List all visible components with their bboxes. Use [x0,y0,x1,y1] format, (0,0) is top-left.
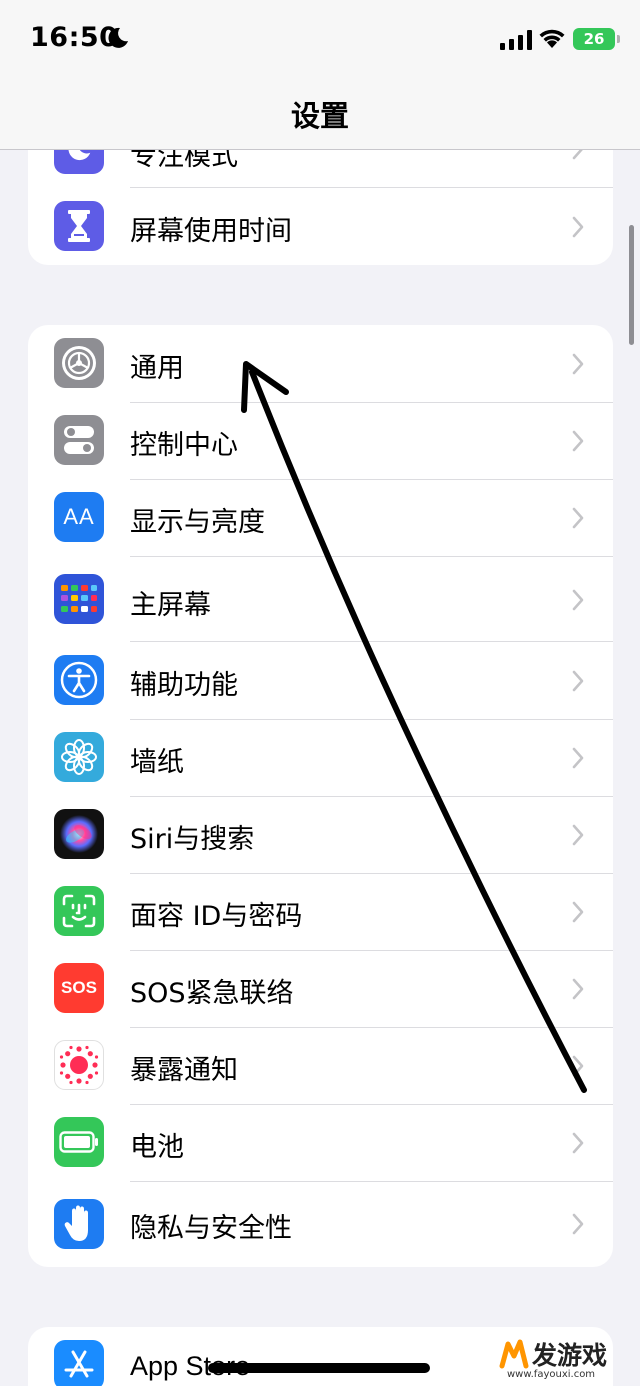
settings-row-wallpaper[interactable]: 墙纸 [28,719,613,797]
settings-row-face-id[interactable]: 面容 ID与密码 [28,873,613,951]
settings-row-control-center[interactable]: 控制中心 [28,402,613,480]
toggles-icon [54,415,104,465]
settings-row-label: 主屏幕 [130,590,211,621]
siri-icon [54,809,104,859]
chevron-right-icon [572,216,584,238]
battery-icon [54,1117,104,1167]
settings-row-privacy[interactable]: 隐私与安全性 [28,1181,613,1267]
settings-row-label: 屏幕使用时间 [130,216,292,247]
settings-row-label: 显示与亮度 [130,507,265,538]
settings-row-label: 控制中心 [130,430,238,461]
settings-row-accessibility[interactable]: 辅助功能 [28,642,613,720]
hourglass-icon [54,201,104,251]
settings-row-display[interactable]: AA 显示与亮度 [28,479,613,557]
scrollbar[interactable] [629,225,634,345]
settings-row-label: SOS紧急联络 [130,978,294,1009]
chevron-right-icon [572,978,584,1000]
chevron-right-icon [572,1055,584,1077]
watermark-logo: 发游戏 www.fayouxi.com [492,1332,640,1386]
chevron-right-icon [572,747,584,769]
page-title: 设置 [290,99,349,133]
chevron-right-icon [572,901,584,923]
flower-icon [54,732,104,782]
settings-row-label: Siri与搜索 [130,824,255,855]
chevron-right-icon [572,1213,584,1235]
settings-row-home-screen[interactable]: 主屏幕 [28,556,613,642]
chevron-right-icon [572,824,584,846]
home-grid-icon [54,574,104,624]
settings-row-battery[interactable]: 电池 [28,1104,613,1182]
exposure-icon [54,1040,104,1090]
settings-row-label: 辅助功能 [130,670,238,701]
settings-row-label: 面容 ID与密码 [130,901,303,932]
settings-row-sos[interactable]: SOS SOS紧急联络 [28,950,613,1028]
moon-icon [108,27,128,48]
sos-icon: SOS [54,963,104,1013]
wifi-icon [539,29,565,48]
settings-group-main: 通用 控制中心 AA 显示与亮度 主屏幕 辅助功能 墙纸 Siri与搜索 面容 … [28,325,613,1267]
settings-row-label: 电池 [130,1132,184,1163]
settings-row-label: 通用 [130,353,184,384]
settings-row-label: 暴露通知 [130,1055,238,1086]
watermark-icon [499,1339,529,1369]
app-store-icon [54,1340,104,1386]
settings-row-general[interactable]: 通用 [28,325,613,403]
accessibility-icon [54,655,104,705]
settings-row-siri[interactable]: Siri与搜索 [28,796,613,874]
cellular-signal-icon [500,30,532,50]
chevron-right-icon [572,430,584,452]
face-id-icon [54,886,104,936]
gear-icon [54,338,104,388]
settings-row-screen-time[interactable]: 屏幕使用时间 [28,188,613,265]
battery-indicator: 26 [573,28,620,50]
chevron-right-icon [572,353,584,375]
text-size-icon: AA [54,492,104,542]
settings-row-exposure[interactable]: 暴露通知 [28,1027,613,1105]
chevron-right-icon [572,1132,584,1154]
watermark-text: 发游戏 [532,1341,608,1370]
watermark-url: www.fayouxi.com [507,1369,596,1380]
hand-icon [54,1199,104,1249]
settings-row-label: 隐私与安全性 [130,1213,292,1244]
chevron-right-icon [572,589,584,611]
sos-icon-text: SOS [61,978,97,997]
settings-row-label: 墙纸 [130,747,184,778]
chevron-right-icon [572,507,584,529]
battery-level: 26 [583,30,605,48]
nav-header: 16:50 26 设置 [0,0,640,150]
chevron-right-icon [572,670,584,692]
home-indicator[interactable] [208,1363,430,1373]
